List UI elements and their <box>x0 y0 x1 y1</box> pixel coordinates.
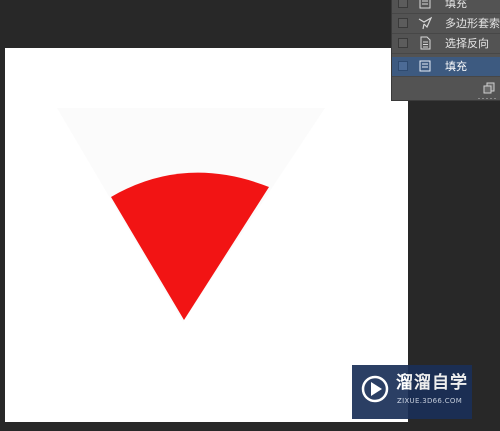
history-row-checkbox[interactable] <box>398 38 408 48</box>
watermark-title: 溜溜自学 <box>396 373 468 393</box>
history-item-label: 选择反向 <box>445 37 489 50</box>
history-item-label: 填充 <box>445 0 467 10</box>
document-canvas[interactable] <box>5 48 408 422</box>
history-item-label: 多边形套索 <box>445 17 500 30</box>
new-document-icon[interactable] <box>483 82 495 94</box>
fill-icon <box>419 0 431 9</box>
canvas-artwork <box>57 108 325 322</box>
red-sector-shape <box>111 172 269 320</box>
panel-resize-grip[interactable] <box>478 97 496 100</box>
history-item-polygon-lasso[interactable]: 多边形套索 <box>392 14 500 34</box>
history-item-fill-2[interactable]: 填充 <box>392 57 500 77</box>
history-item-inverse-selection[interactable]: 选择反向 <box>392 34 500 54</box>
history-item-fill-1[interactable]: 填充 <box>392 0 500 14</box>
fill-icon <box>419 60 431 72</box>
polygon-lasso-icon <box>418 16 432 30</box>
history-row-checkbox[interactable] <box>398 18 408 28</box>
watermark-badge: 溜溜自学 ZIXUE.3D66.COM <box>352 365 472 419</box>
play-logo-icon <box>361 375 389 403</box>
watermark-url: ZIXUE.3D66.COM <box>397 397 463 405</box>
inverse-selection-icon <box>420 36 431 50</box>
workspace: 填充 多边形套索 选择反向 填充 溜溜自学 ZIXUE.3D66.COM <box>0 0 500 431</box>
history-row-checkbox[interactable] <box>398 61 408 71</box>
history-item-label: 填充 <box>445 60 467 73</box>
history-row-checkbox[interactable] <box>398 0 408 8</box>
